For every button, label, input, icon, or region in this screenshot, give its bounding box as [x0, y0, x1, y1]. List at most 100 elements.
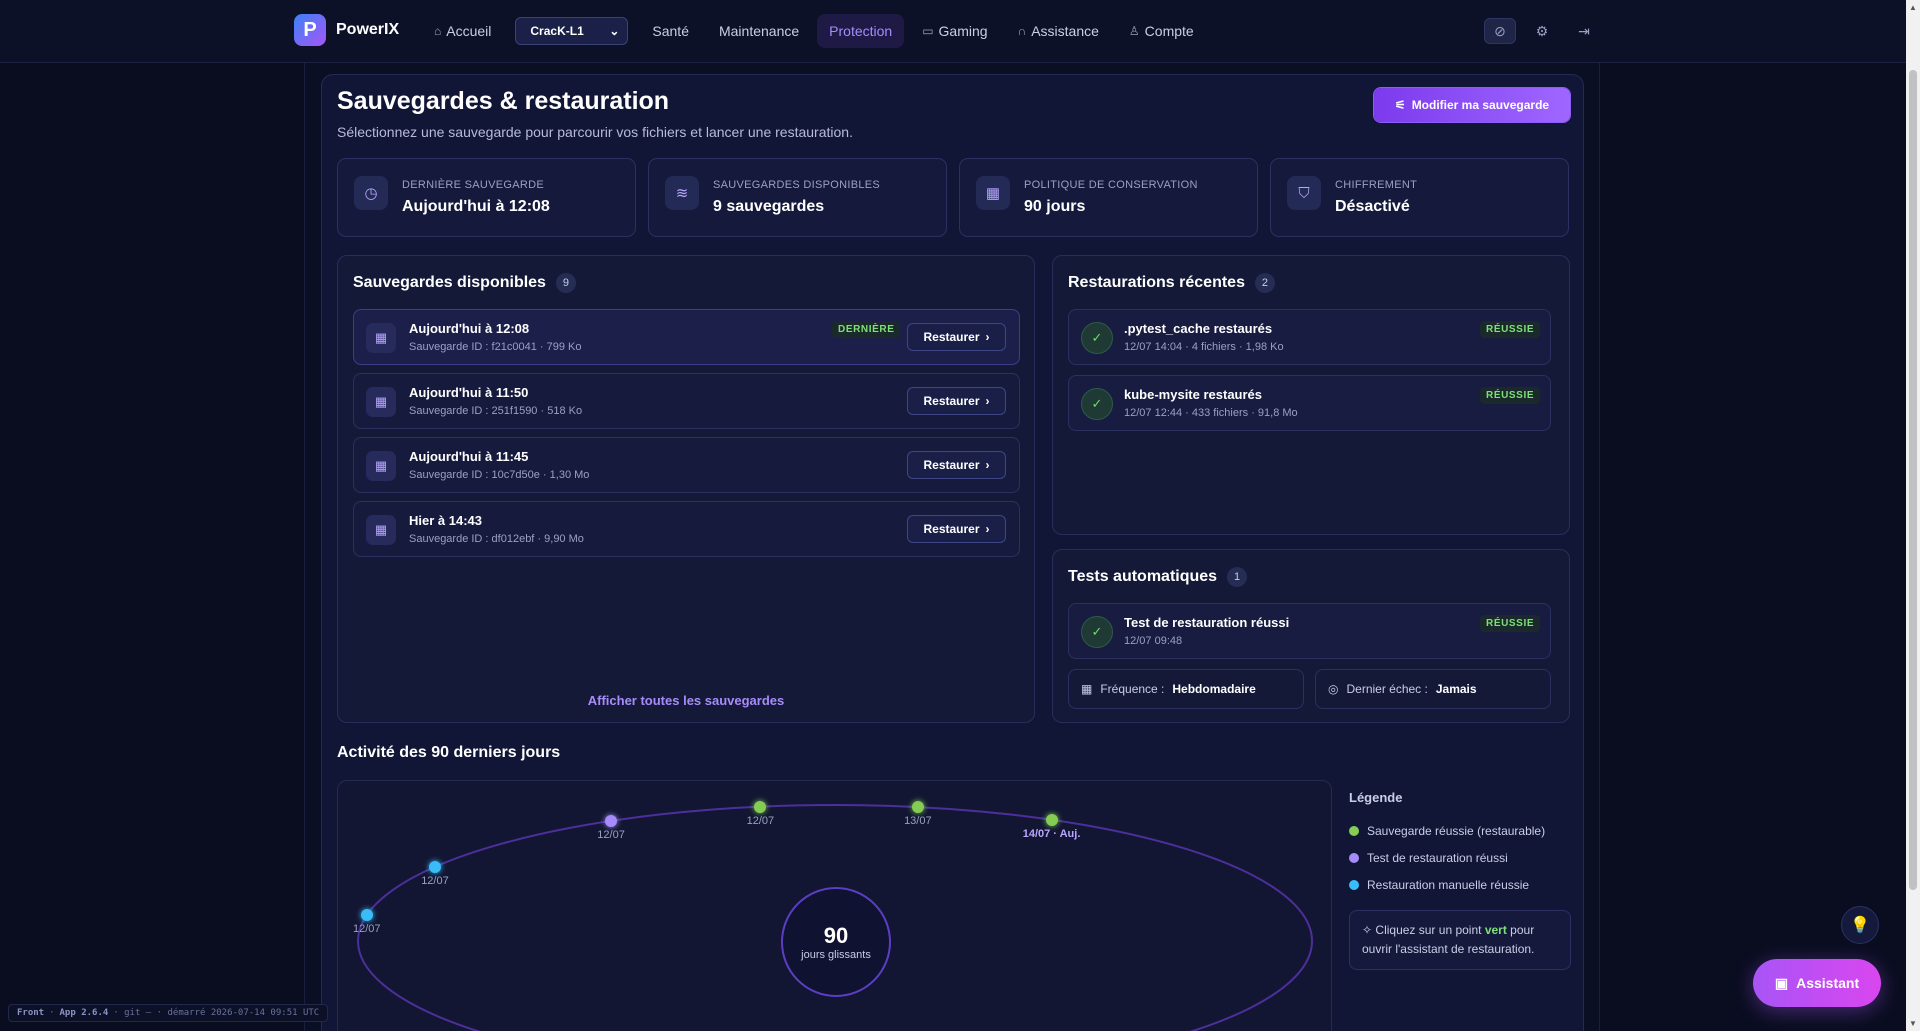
- privacy-toggle-button[interactable]: ⊘: [1484, 18, 1516, 44]
- home-icon: ⌂: [434, 24, 442, 38]
- last-failure-value: Jamais: [1435, 682, 1477, 696]
- calendar-icon: ▦: [366, 515, 396, 545]
- nav-health-label: Santé: [652, 23, 689, 39]
- sliders-icon: ⚟: [1394, 98, 1406, 112]
- stats-row: ◷ DERNIÈRE SAUVEGARDE Aujourd'hui à 12:0…: [337, 158, 1569, 237]
- backup-row[interactable]: ▦ Aujourd'hui à 11:50 Sauvegarde ID : 25…: [353, 373, 1020, 429]
- backup-point[interactable]: [911, 801, 924, 814]
- test-meta: 12/07 09:48: [1124, 635, 1183, 647]
- chevron-right-icon: ›: [985, 330, 990, 344]
- backup-point[interactable]: [1045, 813, 1058, 826]
- calendar-icon: ▦: [366, 451, 396, 481]
- nav-maintenance[interactable]: Maintenance: [707, 14, 811, 48]
- calendar-icon: ▦: [366, 323, 396, 353]
- nav-home[interactable]: ⌂ Accueil: [422, 14, 503, 48]
- calendar-icon: ▦: [976, 176, 1010, 210]
- count-badge: 2: [1254, 273, 1275, 293]
- logout-button[interactable]: ⇥: [1568, 18, 1600, 44]
- stat-label: CHIFFREMENT: [1335, 179, 1418, 191]
- nav-support[interactable]: ∩ Assistance: [1006, 14, 1111, 48]
- restore-row[interactable]: ✓ kube-mysite restaurés 12/07 12:44 · 43…: [1068, 375, 1551, 431]
- assistant-button[interactable]: ▣ Assistant: [1753, 959, 1881, 1007]
- check-circle-icon: ◎: [1328, 682, 1339, 696]
- chevron-right-icon: ›: [985, 394, 990, 408]
- logout-icon: ⇥: [1578, 22, 1590, 39]
- page-title: Sauvegardes & restauration: [337, 87, 670, 115]
- restore-hint: ✧ Cliquez sur un point vert pour ouvrir …: [1349, 910, 1571, 970]
- stat-value: Désactivé: [1335, 198, 1410, 215]
- latest-badge: DERNIÈRE: [832, 321, 901, 338]
- left-gutter: [0, 63, 305, 1031]
- legend: Légende Sauvegarde réussie (restaurable)…: [1349, 780, 1571, 970]
- legend-dot-backup: [1349, 825, 1359, 836]
- backup-row[interactable]: ▦ Aujourd'hui à 12:08 Sauvegarde ID : f2…: [353, 309, 1020, 365]
- check-circle-icon: ✓: [1081, 388, 1113, 420]
- check-circle-icon: ✓: [1081, 616, 1113, 648]
- top-actions: ⊘ ⚙ ⇥: [1484, 18, 1600, 44]
- restore-button[interactable]: Restaurer ›: [907, 451, 1006, 479]
- legend-dot-manual: [1349, 879, 1359, 890]
- build-front: Front: [17, 1008, 45, 1018]
- manual-restore-point[interactable]: [360, 909, 373, 922]
- test-point[interactable]: [605, 814, 618, 827]
- stat-value: 90 jours: [1024, 198, 1086, 215]
- backup-point[interactable]: [754, 800, 767, 813]
- bot-icon: ▣: [1774, 974, 1789, 991]
- auto-tests-card: Tests automatiques 1 ✓ Test de restaurat…: [1052, 549, 1570, 723]
- machine-select[interactable]: CracK-L1 ⌄: [515, 17, 629, 45]
- calendar-clock-icon: ◷: [354, 176, 388, 210]
- backup-meta: Sauvegarde ID : 251f1590 · 518 Ko: [409, 405, 583, 417]
- manual-restore-point[interactable]: [428, 860, 441, 873]
- eye-off-icon: ⊘: [1494, 22, 1506, 39]
- build-dot: ·: [49, 1008, 55, 1018]
- nav-account[interactable]: ♙ Compte: [1117, 14, 1206, 48]
- stat-label: SAUVEGARDES DISPONIBLES: [713, 179, 881, 191]
- brand-name: PowerIX: [336, 21, 400, 38]
- backup-title: Aujourd'hui à 12:08: [409, 321, 530, 336]
- nav-protection[interactable]: Protection: [817, 14, 905, 48]
- restore-row[interactable]: ✓ .pytest_cache restaurés 12/07 14:04 · …: [1068, 309, 1551, 365]
- nav-health[interactable]: Santé: [640, 14, 701, 48]
- stat-value: Aujourd'hui à 12:08: [402, 198, 550, 215]
- nav-gaming[interactable]: ▭ Gaming: [910, 14, 999, 48]
- point-date-label: 12/07: [352, 923, 381, 936]
- point-date-label: 12/07: [597, 828, 625, 841]
- brand[interactable]: P PowerIX: [294, 14, 399, 46]
- tips-button[interactable]: 💡: [1841, 906, 1879, 944]
- backup-title: Aujourd'hui à 11:50: [409, 385, 529, 400]
- settings-button[interactable]: ⚙: [1526, 18, 1558, 44]
- gear-icon: ⚙: [1535, 22, 1549, 39]
- headphones-icon: ∩: [1017, 24, 1027, 38]
- restore-label: Restaurer: [923, 458, 980, 472]
- activity-timeline: 12/07 12/07 12/07 12/07 13/07 14/07 · Auj. 90…: [337, 780, 1332, 1031]
- last-failure-label: Dernier échec :: [1346, 682, 1428, 696]
- page-scrollbar[interactable]: ▲ ▼: [1906, 0, 1920, 1031]
- chevron-right-icon: ›: [985, 522, 990, 536]
- rolling-days-value: 90: [823, 923, 849, 948]
- stat-label: POLITIQUE DE CONSERVATION: [1024, 179, 1198, 191]
- backup-meta: Sauvegarde ID : 10c7d50e · 1,30 Mo: [409, 469, 590, 481]
- scrollbar-thumb[interactable]: [1909, 70, 1917, 890]
- restore-meta: 12/07 12:44 · 433 fichiers · 91,8 Mo: [1124, 407, 1298, 419]
- layers-icon: ≋: [665, 176, 699, 210]
- backup-row[interactable]: ▦ Aujourd'hui à 11:45 Sauvegarde ID : 10…: [353, 437, 1020, 493]
- edit-backup-button[interactable]: ⚟ Modifier ma sauvegarde: [1374, 88, 1570, 122]
- stat-encryption: ⛉ CHIFFREMENT Désactivé: [1270, 158, 1569, 237]
- nav-gaming-label: Gaming: [938, 23, 988, 39]
- legend-label: Restauration manuelle réussie: [1367, 877, 1530, 892]
- restore-button[interactable]: Restaurer ›: [907, 323, 1006, 351]
- nav-account-label: Compte: [1144, 23, 1194, 39]
- rolling-window-indicator: 90 jours glissants: [781, 887, 891, 997]
- restore-button[interactable]: Restaurer ›: [907, 387, 1006, 415]
- success-badge: RÉUSSIE: [1480, 615, 1541, 632]
- legend-item: Test de restauration réussi: [1349, 844, 1571, 871]
- restore-button[interactable]: Restaurer ›: [907, 515, 1006, 543]
- success-badge: RÉUSSIE: [1480, 387, 1541, 404]
- available-backups-title: Sauvegardes disponibles: [353, 274, 546, 291]
- stat-available-backups: ≋ SAUVEGARDES DISPONIBLES 9 sauvegardes: [648, 158, 947, 237]
- card-title: Sauvegardes disponibles 9: [353, 273, 576, 293]
- show-all-backups-link[interactable]: Afficher toutes les sauvegardes: [338, 693, 1034, 708]
- test-row[interactable]: ✓ Test de restauration réussi 12/07 09:4…: [1068, 603, 1551, 659]
- backup-row[interactable]: ▦ Hier à 14:43 Sauvegarde ID : df012ebf …: [353, 501, 1020, 557]
- point-date-label: 13/07: [904, 815, 932, 828]
